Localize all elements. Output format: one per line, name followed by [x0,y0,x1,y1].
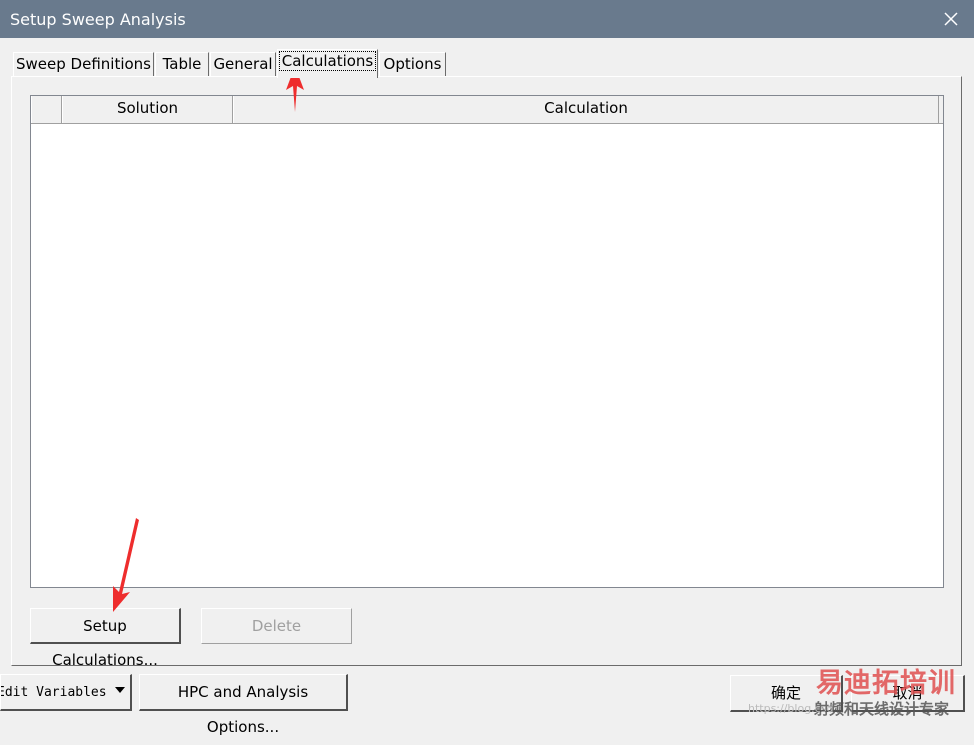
hpc-analysis-options-button[interactable]: HPC and Analysis Options... [139,674,348,736]
delete-button[interactable]: Delete [201,608,352,644]
tab-label: Calculations [278,51,377,71]
calculations-grid[interactable]: Solution Calculation [30,95,944,588]
tab-calculations[interactable]: Calculations [277,49,378,78]
watermark-url: https://blog.csd [748,702,834,715]
edit-variables-dropdown[interactable]: Edit Variables [0,674,132,711]
window-title: Setup Sweep Analysis [10,10,186,29]
tab-label: Sweep Definitions [16,55,151,73]
tab-sweep-definitions[interactable]: Sweep Definitions [13,52,154,76]
tab-label: General [213,55,273,73]
tab-table[interactable]: Table [155,52,209,76]
tab-label: Options [383,55,442,73]
tab-options[interactable]: Options [379,52,446,76]
close-button[interactable] [928,0,974,38]
title-bar: Setup Sweep Analysis [0,0,974,38]
tab-general[interactable]: General [210,52,276,76]
header-solution[interactable]: Solution [62,96,233,123]
annotation-arrow-button [113,518,139,612]
grid-header: Solution Calculation [31,96,943,124]
cancel-button[interactable]: 取消 [851,675,965,712]
tab-label: Table [162,55,202,73]
dropdown-arrow-icon [115,687,125,693]
header-calculation[interactable]: Calculation [233,96,939,123]
edit-variables-label: Edit Variables [0,685,107,700]
header-row-indicator[interactable] [31,96,62,123]
close-icon [944,12,958,26]
